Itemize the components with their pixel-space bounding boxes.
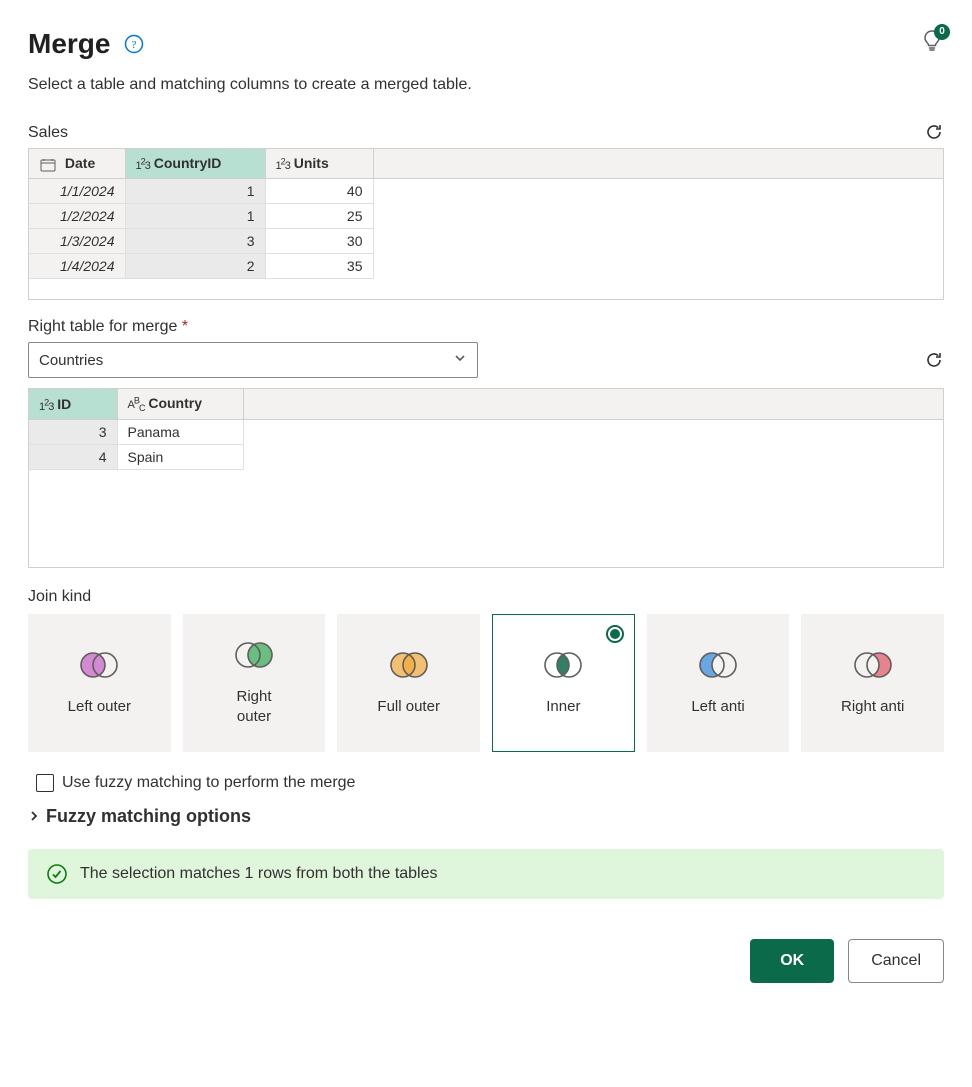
venn-right-anti-icon <box>849 650 897 683</box>
chevron-down-icon <box>453 351 467 369</box>
left-table-grid[interactable]: Date 123 CountryID 123 Units 1/1/2024 1 … <box>28 148 944 300</box>
help-icon[interactable]: ? <box>124 34 144 54</box>
radio-indicator <box>606 625 624 643</box>
number-type-icon: 123 <box>136 160 150 172</box>
svg-text:?: ? <box>132 39 137 51</box>
col-header-id[interactable]: 123 ID <box>29 389 117 420</box>
join-option-label: Rightouter <box>236 687 271 726</box>
venn-left-anti-icon <box>694 650 742 683</box>
col-header-countryid[interactable]: 123 CountryID <box>125 149 265 179</box>
dialog-subtitle: Select a table and matching columns to c… <box>28 76 944 94</box>
col-header-date[interactable]: Date <box>29 149 125 179</box>
venn-left-outer-icon <box>75 650 123 683</box>
join-option-right-anti[interactable]: Right anti <box>801 614 944 752</box>
text-type-icon: ABC <box>128 399 145 411</box>
join-option-inner[interactable]: Inner <box>492 614 635 752</box>
idea-badge: 0 <box>934 24 950 40</box>
table-row: 3 Panama <box>29 420 943 445</box>
left-table-name: Sales <box>28 124 68 142</box>
venn-right-outer-icon <box>230 640 278 673</box>
right-table-grid[interactable]: 123 ID ABC Country 3 Panama 4 Spain <box>28 388 944 568</box>
join-option-left-outer[interactable]: Left outer <box>28 614 171 752</box>
join-option-label: Left anti <box>691 697 744 717</box>
join-option-full-outer[interactable]: Full outer <box>337 614 480 752</box>
refresh-icon[interactable] <box>924 350 944 370</box>
ok-button[interactable]: OK <box>750 939 834 983</box>
chevron-right-icon <box>28 809 40 825</box>
join-option-label: Inner <box>546 697 580 717</box>
fuzzy-options-expander[interactable]: Fuzzy matching options <box>28 806 944 827</box>
fuzzy-checkbox-label: Use fuzzy matching to perform the merge <box>62 774 355 792</box>
table-row: 1/4/2024 2 35 <box>29 254 943 279</box>
number-type-icon: 123 <box>39 401 53 413</box>
required-mark: * <box>182 318 188 335</box>
cancel-button[interactable]: Cancel <box>848 939 944 983</box>
calendar-icon <box>39 158 57 172</box>
join-kind-group: Left outer Rightouter Full outer Inner Left … <box>28 614 944 752</box>
join-kind-label: Join kind <box>28 588 944 606</box>
join-option-label: Right anti <box>841 697 904 717</box>
number-type-icon: 123 <box>276 160 290 172</box>
venn-full-outer-icon <box>385 650 433 683</box>
refresh-icon[interactable] <box>924 122 944 142</box>
venn-inner-icon <box>539 650 587 683</box>
idea-icon[interactable]: 0 <box>920 28 944 52</box>
join-option-label: Full outer <box>377 697 440 717</box>
dropdown-value: Countries <box>39 352 103 369</box>
success-icon <box>46 863 68 885</box>
join-option-right-outer[interactable]: Rightouter <box>183 614 326 752</box>
table-row: 1/2/2024 1 25 <box>29 204 943 229</box>
join-option-left-anti[interactable]: Left anti <box>647 614 790 752</box>
col-header-country[interactable]: ABC Country <box>117 389 243 420</box>
join-option-label: Left outer <box>68 697 131 717</box>
right-table-label: Right table for merge <box>28 318 177 335</box>
right-table-dropdown[interactable]: Countries <box>28 342 478 378</box>
status-message: The selection matches 1 rows from both t… <box>80 865 438 883</box>
table-row: 1/3/2024 3 30 <box>29 229 943 254</box>
status-bar: The selection matches 1 rows from both t… <box>28 849 944 899</box>
dialog-title: Merge <box>28 28 110 60</box>
col-header-units[interactable]: 123 Units <box>265 149 373 179</box>
table-row: 1/1/2024 1 40 <box>29 179 943 204</box>
table-row: 4 Spain <box>29 445 943 470</box>
fuzzy-checkbox[interactable] <box>36 774 54 792</box>
